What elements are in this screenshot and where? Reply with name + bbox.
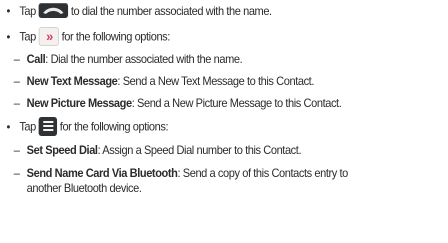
bullet: • [6,29,10,44]
dash: – [13,52,20,66]
bullet-item-dial: • Tap to dial the number associated with t… [6,3,272,19]
option-new-text-message: – New Text Message: Send a New Text Messa… [13,74,315,88]
option-send-name-card: – Send Name Card Via Bluetooth: Send a co… [13,166,348,180]
dash: – [13,96,20,110]
bullet-item-more-options: • Tap» for the following options: [6,27,170,46]
dash: – [13,143,20,157]
option-set-speed-dial: – Set Speed Dial: Assign a Speed Dial num… [13,143,302,157]
call-button-icon [38,3,69,19]
more-options-icon: » [38,27,59,46]
bullet: • [6,119,10,134]
dash: – [13,166,20,180]
option-send-name-card-continuation: another Bluetooth device. [26,181,142,195]
dash: – [13,74,20,88]
bullet: • [6,4,10,18]
option-call: – Call: Dial the number associated with t… [13,52,243,66]
bullet-item-menu-options: • Tap for the following options: [6,117,169,137]
menu-icon [38,117,58,136]
option-new-picture-message: – New Picture Message: Send a New Picture… [13,96,342,110]
manual-page: • Tap to dial the number associated with t… [0,0,412,243]
